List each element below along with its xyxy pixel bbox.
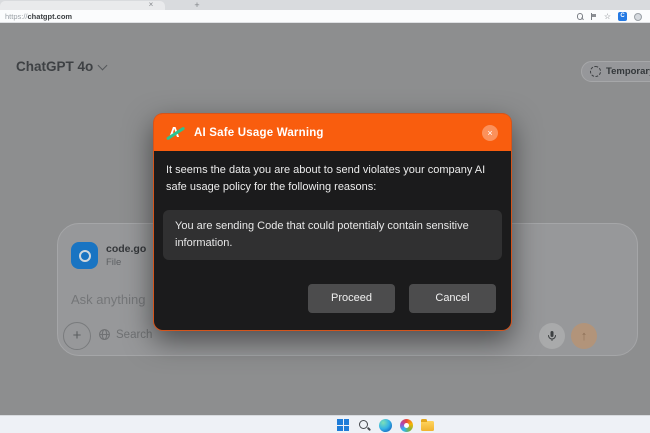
add-attachment-button[interactable]: +: [63, 322, 91, 350]
model-selector-label: ChatGPT 4o: [16, 59, 93, 74]
dialog-header: A AI Safe Usage Warning ×: [154, 114, 511, 151]
browser-window: × + https://chatgpt.com ☆ C ChatGPT 4o T…: [0, 0, 650, 433]
temporary-chat-icon: [590, 66, 601, 77]
temporary-chat-label: Temporary: [606, 66, 650, 77]
taskbar-icons: [337, 419, 434, 432]
message-input[interactable]: Ask anything: [71, 292, 145, 307]
tab-close-icon[interactable]: ×: [146, 0, 156, 9]
ai-safe-usage-dialog: A AI Safe Usage Warning × It seems the d…: [153, 113, 512, 331]
web-search-label: Search: [116, 329, 152, 341]
temporary-chat-button[interactable]: Temporary: [581, 61, 650, 82]
url-scheme: https://: [5, 12, 28, 21]
file-name: code.go: [106, 243, 146, 255]
file-explorer-icon[interactable]: [421, 421, 434, 431]
web-search-button[interactable]: Search: [98, 328, 152, 341]
windows-logo-grid: [337, 419, 349, 431]
collections-icon[interactable]: [591, 13, 597, 20]
dialog-title: AI Safe Usage Warning: [194, 127, 324, 139]
windows-taskbar: [0, 415, 650, 433]
tab-strip: × +: [0, 0, 650, 10]
violation-reason-box: You are sending Code that could potentia…: [163, 210, 502, 260]
favorites-star-icon[interactable]: ☆: [604, 13, 611, 21]
dialog-footer: Proceed Cancel: [308, 284, 496, 313]
cancel-button[interactable]: Cancel: [409, 284, 496, 313]
proceed-button[interactable]: Proceed: [308, 284, 395, 313]
address-bar[interactable]: https://chatgpt.com ☆ C: [0, 10, 650, 23]
windows-start-icon[interactable]: [337, 419, 350, 432]
taskbar-search-icon[interactable]: [358, 419, 371, 432]
photos-app-icon[interactable]: [400, 419, 413, 432]
model-selector[interactable]: ChatGPT 4o: [16, 59, 106, 74]
app-logo-icon: A: [167, 124, 184, 142]
mic-icon: [546, 330, 558, 342]
file-kind-label: File: [106, 257, 146, 268]
dictate-button[interactable]: [539, 323, 565, 349]
file-attachment-info: code.go File: [106, 243, 146, 268]
send-button[interactable]: ↑: [571, 323, 597, 349]
toolbar-icons: ☆ C: [577, 10, 642, 23]
extension-icon[interactable]: C: [618, 12, 627, 21]
send-arrow-icon: ↑: [581, 328, 588, 343]
url-text[interactable]: https://chatgpt.com: [5, 12, 72, 21]
file-icon: [71, 242, 98, 269]
dialog-close-icon[interactable]: ×: [482, 125, 498, 141]
url-host: chatgpt.com: [28, 12, 73, 21]
globe-icon: [98, 328, 111, 341]
search-icon[interactable]: [577, 13, 584, 20]
dialog-message: It seems the data you are about to send …: [154, 151, 511, 196]
active-tab[interactable]: [0, 1, 165, 10]
profile-avatar-icon[interactable]: [634, 13, 642, 21]
new-tab-button[interactable]: +: [191, 0, 203, 10]
file-icon-ring: [79, 250, 91, 262]
chevron-down-icon: [98, 60, 108, 70]
file-attachment-chip[interactable]: code.go File: [71, 242, 146, 269]
edge-browser-icon[interactable]: [379, 419, 392, 432]
